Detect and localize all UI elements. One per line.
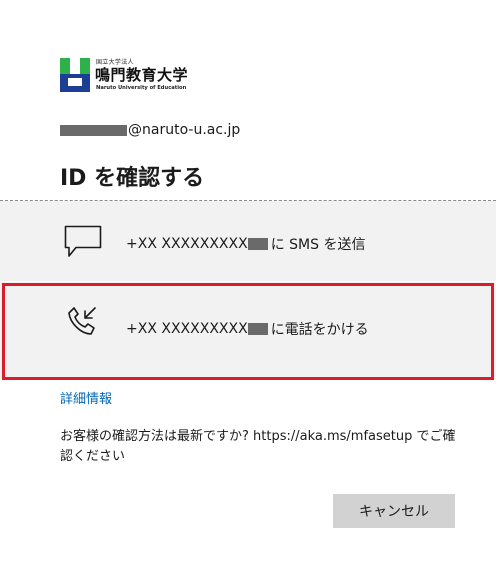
call-phone-number: +XX XXXXXXXXX bbox=[126, 321, 248, 337]
sms-phone-number: +XX XXXXXXXXX bbox=[126, 236, 248, 252]
masked-digits bbox=[247, 323, 268, 335]
phone-call-icon bbox=[68, 307, 96, 335]
university-logo: 国立大学法人 鳴門教育大学 Naruto University of Educa… bbox=[60, 56, 200, 96]
cancel-button[interactable]: キャンセル bbox=[333, 494, 455, 528]
logo-mark-icon bbox=[60, 58, 90, 92]
verify-option-call[interactable]: +XX XXXXXXXXX に電話をかける bbox=[0, 282, 496, 380]
mfa-setup-description: お客様の確認方法は最新ですか? https://aka.ms/mfasetup … bbox=[60, 429, 456, 464]
call-option-label: に電話をかける bbox=[270, 322, 369, 338]
verify-option-sms[interactable]: +XX XXXXXXXXX に SMS を送信 bbox=[0, 201, 496, 281]
account-identifier: @naruto-u.ac.jp bbox=[60, 122, 241, 138]
logo-english-name: Naruto University of Education bbox=[96, 85, 187, 91]
sms-icon bbox=[64, 225, 102, 257]
account-email-domain: @naruto-u.ac.jp bbox=[128, 122, 241, 138]
more-info-link[interactable]: 詳細情報 bbox=[60, 388, 112, 407]
logo-university-name: 鳴門教育大学 bbox=[95, 66, 189, 84]
page-title: ID を確認する bbox=[60, 166, 205, 191]
sms-option-label: に SMS を送信 bbox=[270, 237, 366, 253]
masked-username bbox=[60, 124, 127, 136]
masked-digits bbox=[247, 238, 268, 250]
